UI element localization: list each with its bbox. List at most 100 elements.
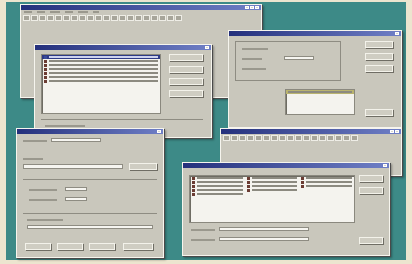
toolbar-icon[interactable] xyxy=(103,15,110,21)
close-icon[interactable] xyxy=(395,32,399,35)
menu-item[interactable] xyxy=(24,11,32,13)
options-preview-box xyxy=(285,89,355,115)
options-group-box xyxy=(235,41,341,81)
toolbar-icon[interactable] xyxy=(95,15,102,21)
toolbar-icon[interactable] xyxy=(175,15,182,21)
file-list[interactable] xyxy=(189,175,355,223)
toolbar-icon[interactable] xyxy=(279,135,286,141)
toolbar-icon[interactable] xyxy=(319,135,326,141)
toolbar-icon[interactable] xyxy=(231,135,238,141)
desktop xyxy=(6,2,406,260)
list-item-icon xyxy=(44,67,47,71)
apply-button[interactable] xyxy=(365,109,393,116)
list-item[interactable] xyxy=(42,79,160,83)
filter-field[interactable] xyxy=(219,237,309,241)
cancel-button[interactable] xyxy=(169,66,203,73)
toolbar-icon[interactable] xyxy=(87,15,94,21)
toolbar-icon[interactable] xyxy=(239,135,246,141)
ok-button[interactable] xyxy=(359,175,383,182)
toolbar-icon[interactable] xyxy=(71,15,78,21)
cancel-button[interactable] xyxy=(57,243,83,250)
menu-item[interactable] xyxy=(93,11,99,13)
description-field[interactable] xyxy=(23,164,123,169)
record-title-bar[interactable] xyxy=(17,129,163,134)
toolbar-icon[interactable] xyxy=(47,15,54,21)
options-title-bar[interactable] xyxy=(229,31,401,36)
toolbar-icon[interactable] xyxy=(31,15,38,21)
ok-button[interactable] xyxy=(169,54,203,61)
maximize-icon[interactable] xyxy=(250,6,254,9)
menu-item[interactable] xyxy=(78,11,88,13)
toolbar-icon[interactable] xyxy=(335,135,342,141)
minimize-icon[interactable] xyxy=(245,6,249,9)
toolbar-icon[interactable] xyxy=(39,15,46,21)
picker-dialog xyxy=(182,162,390,256)
apply-button[interactable] xyxy=(89,243,115,250)
toolbar-icon[interactable] xyxy=(263,135,270,141)
toolbar-icon[interactable] xyxy=(159,15,166,21)
value-field[interactable] xyxy=(65,197,87,201)
browse-button[interactable] xyxy=(129,163,157,170)
toolbar-icon[interactable] xyxy=(55,15,62,21)
value-field[interactable] xyxy=(65,187,87,191)
toolbar-icon[interactable] xyxy=(63,15,70,21)
toolbar-icon[interactable] xyxy=(151,15,158,21)
toolbar-icon[interactable] xyxy=(247,135,254,141)
option-field[interactable] xyxy=(284,56,314,60)
toolbar-icon[interactable] xyxy=(79,15,86,21)
folder-icon xyxy=(301,176,305,180)
status-label xyxy=(45,125,85,127)
cancel-button[interactable] xyxy=(365,53,393,60)
ok-button[interactable] xyxy=(25,243,51,250)
remove-button[interactable] xyxy=(169,90,203,97)
menu-item[interactable] xyxy=(65,11,73,13)
toolbar-icon[interactable] xyxy=(287,135,294,141)
field-label xyxy=(29,199,57,201)
properties-title-bar[interactable] xyxy=(35,45,211,50)
toolbar-icon[interactable] xyxy=(343,135,350,141)
cancel-button[interactable] xyxy=(359,187,383,194)
close-icon[interactable] xyxy=(255,6,259,9)
path-field[interactable] xyxy=(219,227,309,231)
open-button[interactable] xyxy=(359,237,383,244)
folder-icon xyxy=(246,180,250,184)
toolbar-icon[interactable] xyxy=(127,15,134,21)
list-item[interactable] xyxy=(299,184,354,188)
toolbar-icon[interactable] xyxy=(167,15,174,21)
close-icon[interactable] xyxy=(157,130,161,133)
toolbar-icon[interactable] xyxy=(119,15,126,21)
toolbar-icon[interactable] xyxy=(223,135,230,141)
picker-title-bar[interactable] xyxy=(183,163,389,168)
notes-field[interactable] xyxy=(27,225,153,229)
close-icon[interactable] xyxy=(383,164,387,167)
preview-row[interactable] xyxy=(286,90,354,94)
toolbar-icon[interactable] xyxy=(351,135,358,141)
close-icon[interactable] xyxy=(205,46,209,49)
item-list[interactable] xyxy=(41,54,161,114)
toolbar-icon[interactable] xyxy=(271,135,278,141)
add-button[interactable] xyxy=(169,78,203,85)
menu-item[interactable] xyxy=(37,11,45,13)
toolbar-icon[interactable] xyxy=(255,135,262,141)
list-item[interactable] xyxy=(245,188,300,192)
help-button[interactable] xyxy=(365,65,393,72)
toolbar-icon[interactable] xyxy=(311,135,318,141)
close-icon[interactable] xyxy=(395,130,399,133)
toolbar-icon[interactable] xyxy=(303,135,310,141)
name-field[interactable] xyxy=(51,138,101,142)
list-item[interactable] xyxy=(190,192,245,196)
toolbar-icon[interactable] xyxy=(143,15,150,21)
toolbar-icon[interactable] xyxy=(111,15,118,21)
toolbar-icon[interactable] xyxy=(135,15,142,21)
list-item-icon xyxy=(44,55,47,59)
ok-button[interactable] xyxy=(365,41,393,48)
toolbar-icon[interactable] xyxy=(327,135,334,141)
toolbar-icon[interactable] xyxy=(295,135,302,141)
toolbar-icon[interactable] xyxy=(23,15,30,21)
folder-icon xyxy=(192,188,195,192)
option-label xyxy=(242,48,268,50)
menu-item[interactable] xyxy=(50,11,60,13)
minimize-icon[interactable] xyxy=(390,130,394,133)
help-button[interactable] xyxy=(123,243,153,250)
record-dialog xyxy=(16,128,164,258)
